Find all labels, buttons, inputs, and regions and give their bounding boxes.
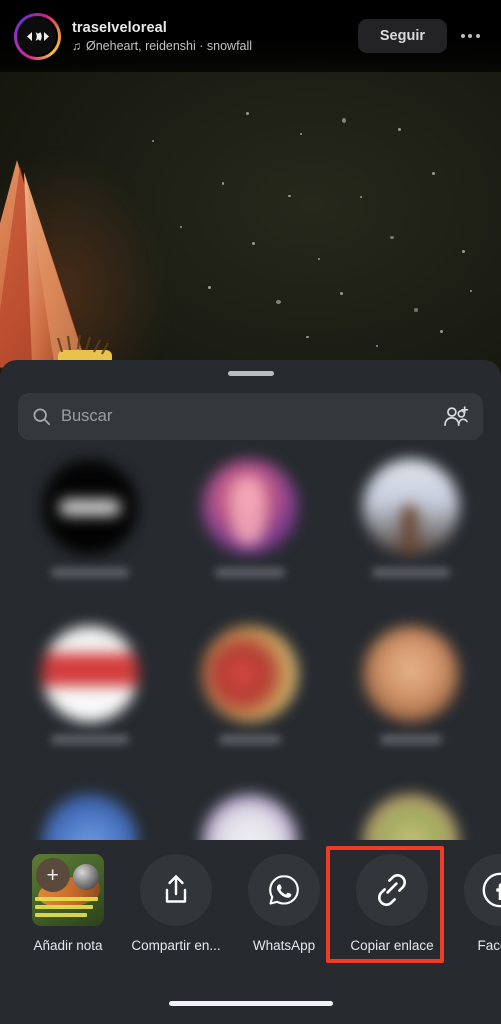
music-title-label: Øneheart, reidenshi · snowfall [86,38,253,53]
contact-name-blurred [51,735,130,745]
action-add-note[interactable]: + Añadir nota [14,854,122,953]
contact-avatar [42,626,139,723]
action-icon-circle [140,854,212,926]
whatsapp-icon [269,875,299,905]
more-options-icon[interactable] [453,19,487,53]
action-copy-link[interactable]: Copiar enlace [338,854,446,953]
facebook-icon [482,872,501,908]
contact-item[interactable] [170,626,330,779]
snow-particle [300,133,302,135]
contact-avatar [202,626,299,723]
dot [460,34,465,38]
thumbnail-caption-text [34,895,101,919]
snow-particle [440,330,443,333]
snow-particle [390,236,394,239]
action-label: Facebo [477,938,501,953]
dot [468,34,472,38]
profile-logo-icon [26,31,49,41]
snow-particle [252,242,255,245]
contact-item[interactable] [10,459,170,612]
snow-particle [376,345,378,347]
snow-particle [342,118,346,123]
action-label: Añadir nota [33,938,103,953]
snow-particle [306,336,309,338]
search-input[interactable] [61,407,442,426]
follow-button[interactable]: Seguir [357,19,447,53]
snow-particle [318,258,320,260]
contact-name-blurred [51,568,130,577]
snow-particle [340,292,343,295]
action-icon-circle [464,854,501,926]
music-attribution[interactable]: ♫ Øneheart, reidenshi · snowfall [72,39,252,53]
snow-particle [360,196,362,198]
contact-item[interactable] [331,459,491,612]
contact-item[interactable] [10,626,170,779]
share-action-row: + Añadir nota Compartir en... WhatsApp C… [0,840,501,953]
snow-particle [414,308,418,312]
copy-link-icon [378,874,406,906]
snow-particle [152,140,154,142]
action-facebook[interactable]: Facebo [446,854,501,953]
username-label[interactable]: traseIveloreal [72,20,252,36]
action-label: Compartir en... [131,938,221,953]
snow-particle [462,250,465,253]
snow-particle [276,300,281,304]
home-indicator [168,1001,333,1006]
music-note-icon: ♫ [72,38,81,53]
contact-name-blurred [219,735,282,745]
snow-particle [432,172,435,175]
search-bar[interactable] [18,393,483,440]
contact-item[interactable] [331,626,491,779]
search-icon [33,408,51,426]
add-people-icon[interactable] [442,405,469,429]
snow-particle [398,128,401,131]
header-text-block: traseIveloreal ♫ Øneheart, reidenshi · s… [72,20,252,53]
thumbnail-ball [73,864,99,890]
snow-particle [470,290,472,292]
action-icon-circle [248,854,320,926]
share-icon [165,875,187,903]
contact-avatar [202,459,299,555]
contact-name-blurred [215,568,286,577]
drag-handle[interactable] [227,371,274,376]
snow-particle [246,112,249,115]
plus-icon: + [35,858,70,893]
share-sheet: + Añadir nota Compartir en... [0,360,501,1024]
snow-particle [288,195,291,197]
action-label: Copiar enlace [350,938,434,953]
snow-particle [208,286,211,289]
snow-particle [180,226,182,228]
story-header: traseIveloreal ♫ Øneheart, reidenshi · s… [0,0,501,72]
action-label: WhatsApp [252,938,316,953]
contact-avatar [362,459,459,555]
snow-particle [222,182,224,185]
share-action-bar: + Añadir nota Compartir en... WhatsApp C… [0,840,501,1024]
dot [475,34,480,38]
action-whatsapp[interactable]: WhatsApp [230,854,338,953]
contact-name-blurred [371,568,450,577]
add-note-thumbnail: + [32,854,104,926]
contact-avatar [362,626,459,723]
action-icon-circle [356,854,428,926]
contact-item[interactable] [170,459,330,612]
avatar[interactable] [14,12,61,60]
contact-avatar [42,459,139,555]
flower-bud-graphic [0,150,152,385]
action-share-to[interactable]: Compartir en... [122,854,230,953]
avatar-image [17,15,58,57]
contact-name-blurred [379,735,442,745]
